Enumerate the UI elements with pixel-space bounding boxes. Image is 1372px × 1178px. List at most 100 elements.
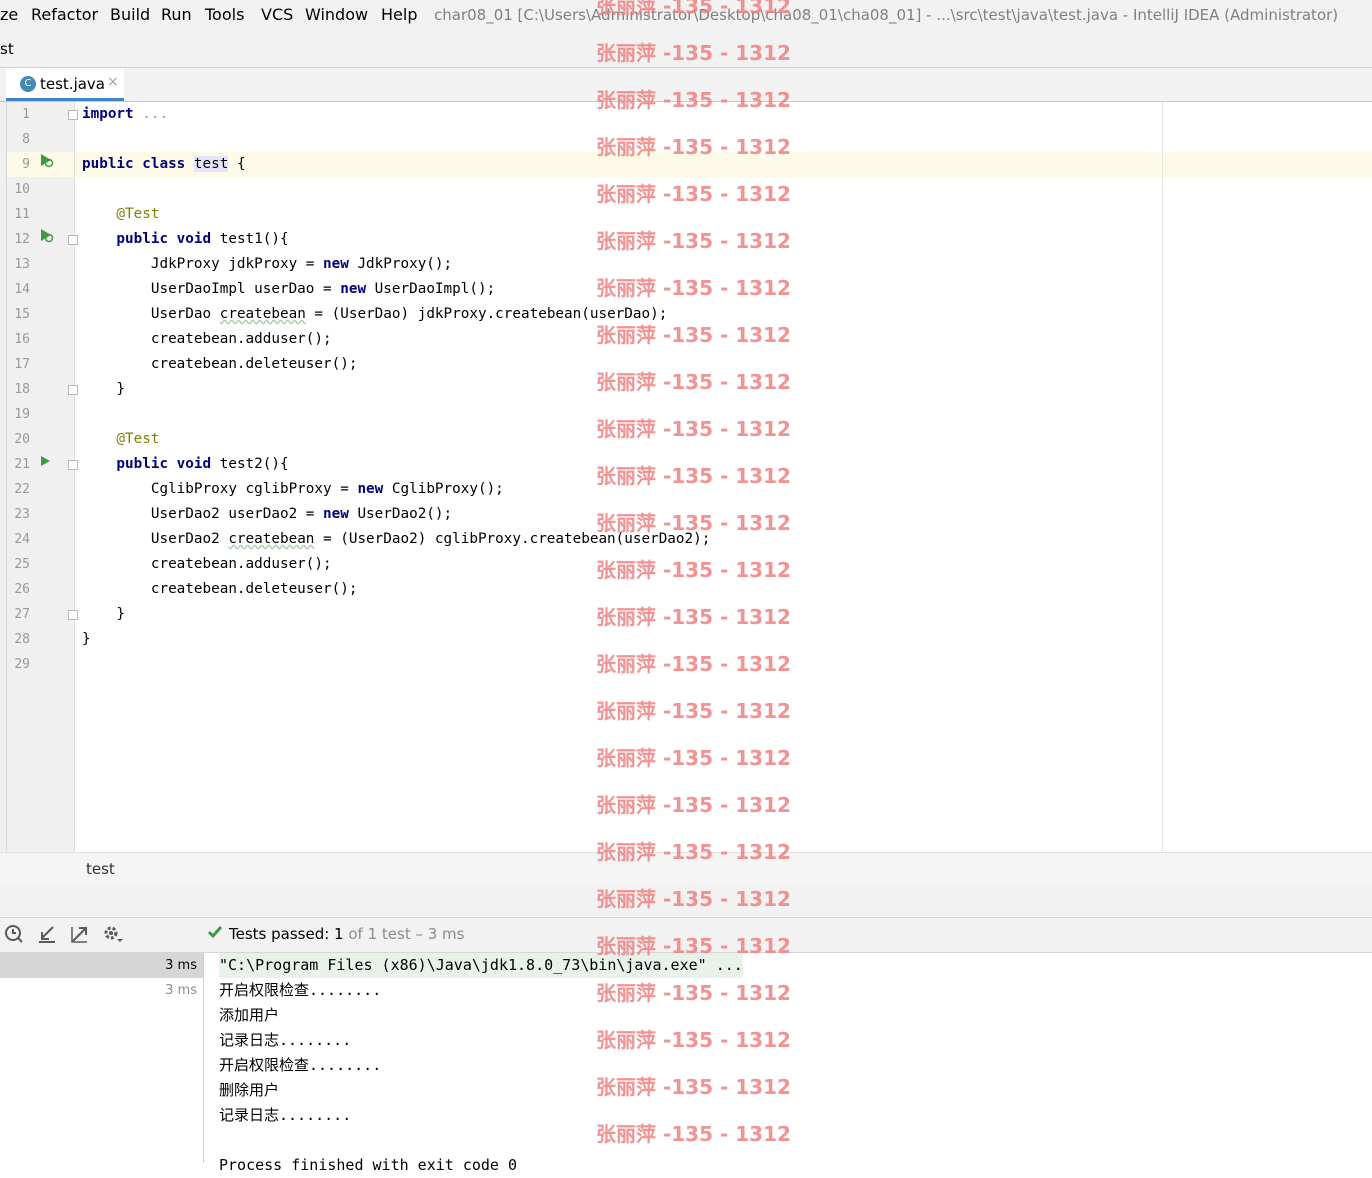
keyword: public void [82, 456, 212, 472]
code-line: public class test { [82, 152, 246, 177]
code-line: createbean.deleteuser(); [82, 356, 358, 372]
watermark-text: 张丽萍 -135 - 1312 [596, 793, 791, 817]
watermark-text: 张丽萍 -135 - 1312 [596, 182, 791, 206]
line-number: 24 [14, 532, 30, 547]
test-tree-row[interactable]: 3 ms [0, 978, 203, 1003]
status-prefix: Tests passed: [229, 925, 335, 943]
folded-imports[interactable]: ... [134, 106, 168, 122]
line-number: 22 [14, 482, 30, 497]
watermark-text: 张丽萍 -135 - 1312 [596, 464, 791, 488]
code-text: JdkProxy(); [348, 256, 453, 272]
menu-help[interactable]: Help [381, 4, 417, 26]
console-output-line: Process finished with exit code 0 [219, 1156, 518, 1174]
watermark-text: 张丽萍 -135 - 1312 [596, 652, 791, 676]
variable-warning: createbean [219, 306, 306, 322]
console-output-line: 开启权限检查........ [219, 981, 382, 999]
keyword: public void [82, 231, 212, 247]
keyword: new [357, 481, 384, 497]
code-text: UserDao2 userDao2 = [82, 506, 324, 522]
menu-run[interactable]: Run [161, 4, 192, 26]
line-number: 11 [14, 207, 30, 222]
history-icon[interactable] [4, 924, 24, 949]
code-text: test1(){ [211, 231, 289, 247]
console-output-line: 开启权限检查........ [219, 1056, 382, 1074]
line-number: 13 [14, 257, 30, 272]
console-output-line: 记录日志........ [219, 1031, 352, 1049]
java-class-icon: C [20, 76, 36, 92]
watermark-text: 张丽萍 -135 - 1312 [596, 1028, 791, 1052]
run-class-icon[interactable] [38, 152, 54, 177]
breadcrumb-class[interactable]: test [86, 860, 115, 878]
code-line: JdkProxy jdkProxy = new JdkProxy(); [82, 252, 452, 277]
line-number: 27 [14, 607, 30, 622]
code-text: UserDao2 [82, 531, 229, 547]
run-test-icon[interactable] [38, 452, 52, 477]
code-line: UserDao2 userDao2 = new UserDao2(); [82, 502, 452, 527]
line-number: 14 [14, 282, 30, 297]
line-number: 8 [22, 132, 30, 147]
close-icon[interactable]: × [107, 74, 119, 90]
fold-marker-icon[interactable] [68, 460, 78, 470]
nav-breadcrumb-item[interactable]: st [0, 40, 14, 58]
fold-marker-icon[interactable] [68, 610, 78, 620]
keyword: new [340, 281, 367, 297]
fold-marker-icon[interactable] [68, 110, 78, 120]
test-duration: 3 ms [165, 983, 197, 998]
line-number: 17 [14, 357, 30, 372]
watermark-text: 张丽萍 -135 - 1312 [596, 323, 791, 347]
tab-test-java[interactable]: C test.java × [6, 68, 124, 101]
status-count: 1 [334, 925, 344, 943]
right-margin-guide [1162, 102, 1163, 852]
watermark-text: 张丽萍 -135 - 1312 [596, 981, 791, 1005]
code-text: CglibProxy cglibProxy = [82, 481, 358, 497]
window-title: char08_01 [C:\Users\Administrator\Deskto… [434, 6, 1339, 24]
code-text: { [228, 156, 246, 172]
code-line: CglibProxy cglibProxy = new CglibProxy()… [82, 477, 504, 502]
import-tests-icon[interactable] [37, 924, 57, 949]
watermark-text: 张丽萍 -135 - 1312 [596, 746, 791, 770]
watermark-text: 张丽萍 -135 - 1312 [596, 229, 791, 253]
export-tests-icon[interactable] [70, 924, 90, 949]
code-line: } [82, 606, 126, 622]
line-number: 28 [14, 632, 30, 647]
code-line: UserDaoImpl userDao = new UserDaoImpl(); [82, 277, 495, 302]
menu-tools[interactable]: Tools [205, 4, 244, 26]
line-number: 19 [14, 407, 30, 422]
annotation: @Test [82, 431, 160, 447]
code-line: @Test [82, 202, 159, 227]
watermark-text: 张丽萍 -135 - 1312 [596, 887, 791, 911]
watermark-text: 张丽萍 -135 - 1312 [596, 417, 791, 441]
menu-analyze[interactable]: ze [0, 4, 18, 26]
fold-marker-icon[interactable] [68, 235, 78, 245]
menu-vcs[interactable]: VCS [261, 4, 293, 26]
menu-refactor[interactable]: Refactor [31, 4, 98, 26]
code-text: JdkProxy jdkProxy = [82, 256, 324, 272]
line-number: 21 [14, 457, 30, 472]
variable-warning: createbean [228, 531, 315, 547]
watermark-text: 张丽萍 -135 - 1312 [596, 276, 791, 300]
code-line: createbean.deleteuser(); [82, 581, 358, 597]
run-test-icon[interactable] [38, 227, 54, 252]
watermark-text: 张丽萍 -135 - 1312 [596, 511, 791, 535]
code-line: } [82, 381, 126, 397]
class-name: test [193, 156, 229, 172]
keyword: import [82, 106, 134, 122]
settings-gear-icon[interactable] [102, 924, 124, 949]
test-tree-row-selected[interactable]: 3 ms [0, 953, 203, 978]
check-icon [207, 924, 223, 944]
line-number: 23 [14, 507, 30, 522]
code-text: CglibProxy(); [383, 481, 504, 497]
watermark-text: 张丽萍 -135 - 1312 [596, 370, 791, 394]
line-number: 18 [14, 382, 30, 397]
fold-marker-icon[interactable] [68, 385, 78, 395]
line-number: 20 [14, 432, 30, 447]
code-line: @Test [82, 427, 159, 452]
watermark-text: 张丽萍 -135 - 1312 [596, 1075, 791, 1099]
tool-window-strip [0, 102, 7, 882]
test-results-tree: 3 ms 3 ms [0, 953, 204, 1163]
menu-window[interactable]: Window [305, 4, 368, 26]
menu-build[interactable]: Build [110, 4, 150, 26]
code-line: createbean.adduser(); [82, 556, 332, 572]
watermark-text: 张丽萍 -135 - 1312 [596, 88, 791, 112]
console-output-line: 添加用户 [219, 1006, 280, 1024]
